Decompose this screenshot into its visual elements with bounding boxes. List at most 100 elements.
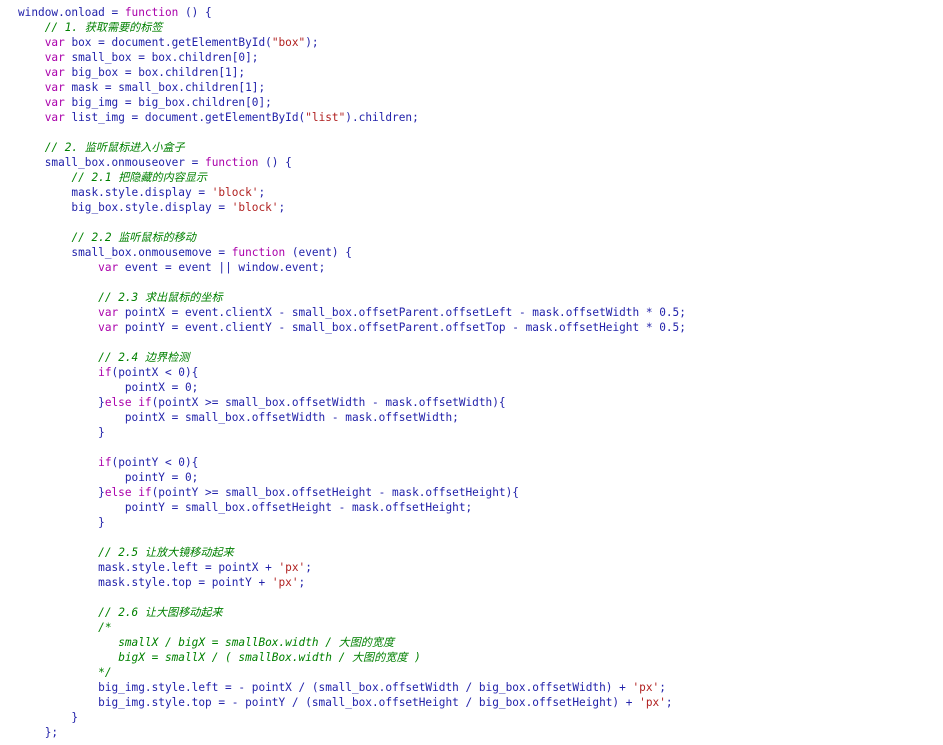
code-line: mask.style.left = pointX + 'px';	[18, 560, 686, 575]
code-token-plain: ).children;	[345, 111, 419, 124]
code-line: };	[18, 725, 686, 740]
code-token-plain: box = document.getElementById(	[64, 36, 272, 49]
code-line: }	[18, 710, 686, 725]
code-token-plain: pointX = event.clientX - small_box.offse…	[118, 306, 686, 319]
code-token-plain: (pointY >= small_box.offsetHeight - mask…	[151, 486, 519, 499]
code-token-comment: */	[98, 666, 112, 679]
code-token-plain: (pointX < 0){	[111, 366, 199, 379]
code-token-plain: mask.style.left = pointX +	[18, 561, 279, 574]
code-token-plain: small_box.onmouseover =	[18, 156, 206, 169]
code-token-keyword: else if	[104, 396, 152, 409]
code-token-comment: /*	[98, 621, 112, 634]
code-token-keyword: var	[44, 36, 65, 49]
code-line: var list_img = document.getElementById("…	[18, 110, 686, 125]
code-token-keyword: var	[44, 111, 65, 124]
code-token-keyword: else if	[104, 486, 152, 499]
code-token-plain: small_box.onmousemove =	[18, 246, 232, 259]
code-token-keyword: var	[44, 96, 65, 109]
code-token-comment: // 2.1 把隐藏的内容显示	[71, 171, 207, 184]
code-line: mask.style.display = 'block';	[18, 185, 686, 200]
code-line: }else if(pointX >= small_box.offsetWidth…	[18, 395, 686, 410]
code-line: small_box.onmouseover = function () {	[18, 155, 686, 170]
code-token-comment: // 2.3 求出鼠标的坐标	[98, 291, 223, 304]
code-token-plain: pointY = small_box.offsetHeight - mask.o…	[18, 501, 473, 514]
code-line: var small_box = box.children[0];	[18, 50, 686, 65]
code-token-plain: event = event || window.event;	[118, 261, 326, 274]
code-line: // 2. 监听鼠标进入小盒子	[18, 140, 686, 155]
code-token-keyword: var	[98, 321, 119, 334]
code-line: var pointX = event.clientX - small_box.o…	[18, 305, 686, 320]
code-line: pointX = 0;	[18, 380, 686, 395]
code-token-keyword: var	[44, 66, 65, 79]
code-token-plain: }	[18, 711, 79, 724]
code-line: smallX / bigX = smallBox.width / 大图的宽度	[18, 635, 686, 650]
code-token-plain: (pointX >= small_box.offsetWidth - mask.…	[151, 396, 506, 409]
code-line: if(pointX < 0){	[18, 365, 686, 380]
code-token-keyword: var	[98, 261, 119, 274]
code-token-comment: // 1. 获取需要的标签	[44, 21, 163, 34]
code-line: big_img.style.top = - pointY / (small_bo…	[18, 695, 686, 710]
code-token-string: 'block'	[231, 201, 279, 214]
code-token-plain: ;	[305, 561, 312, 574]
code-editor[interactable]: window.onload = function () { // 1. 获取需要…	[0, 0, 943, 745]
code-token-plain: ;	[298, 576, 306, 589]
code-token-plain: () {	[258, 156, 292, 169]
code-token-plain: ;	[665, 696, 673, 709]
code-token-keyword: var	[98, 306, 119, 319]
code-token-keyword: if	[98, 456, 112, 469]
code-token-plain: window.onload =	[18, 6, 125, 19]
code-line: pointX = small_box.offsetWidth - mask.of…	[18, 410, 686, 425]
code-token-plain: }	[18, 426, 105, 439]
code-line: }	[18, 425, 686, 440]
code-token-comment: // 2. 监听鼠标进入小盒子	[44, 141, 185, 154]
code-token-plain: (pointY < 0){	[111, 456, 199, 469]
code-token-string: 'px'	[639, 696, 666, 709]
code-token-plain: }	[18, 516, 105, 529]
code-token-plain: pointX = small_box.offsetWidth - mask.of…	[18, 411, 459, 424]
code-token-keyword: if	[98, 366, 112, 379]
code-token-plain: list_img = document.getElementById(	[64, 111, 306, 124]
code-token-comment: // 2.6 让大图移动起来	[98, 606, 223, 619]
code-line: if(pointY < 0){	[18, 455, 686, 470]
code-line: // 2.2 监听鼠标的移动	[18, 230, 686, 245]
code-token-plain: }	[18, 396, 105, 409]
code-token-plain: big_box = box.children[1];	[64, 66, 246, 79]
code-token-plain: big_img = big_box.children[0];	[64, 96, 272, 109]
code-token-keyword: var	[44, 51, 65, 64]
code-token-plain: big_img.style.left = - pointX / (small_b…	[18, 681, 633, 694]
code-line: pointY = small_box.offsetHeight - mask.o…	[18, 500, 686, 515]
code-token-comment: bigX = smallX / ( smallBox.width / 大图的宽度…	[118, 651, 421, 664]
code-line: // 2.4 边界检测	[18, 350, 686, 365]
code-token-plain: ;	[659, 681, 666, 694]
code-line: window.onload = function () {	[18, 5, 686, 20]
code-token-plain: mask = small_box.children[1];	[64, 81, 266, 94]
code-token-keyword: var	[44, 81, 65, 94]
code-token-plain: mask.style.display =	[18, 186, 212, 199]
code-line: // 2.3 求出鼠标的坐标	[18, 290, 686, 305]
code-line: // 2.6 让大图移动起来	[18, 605, 686, 620]
code-line: var box = document.getElementById("box")…	[18, 35, 686, 50]
code-block[interactable]: window.onload = function () { // 1. 获取需要…	[18, 5, 686, 740]
code-line: pointY = 0;	[18, 470, 686, 485]
code-line: var big_img = big_box.children[0];	[18, 95, 686, 110]
code-token-plain: (event) {	[285, 246, 352, 259]
